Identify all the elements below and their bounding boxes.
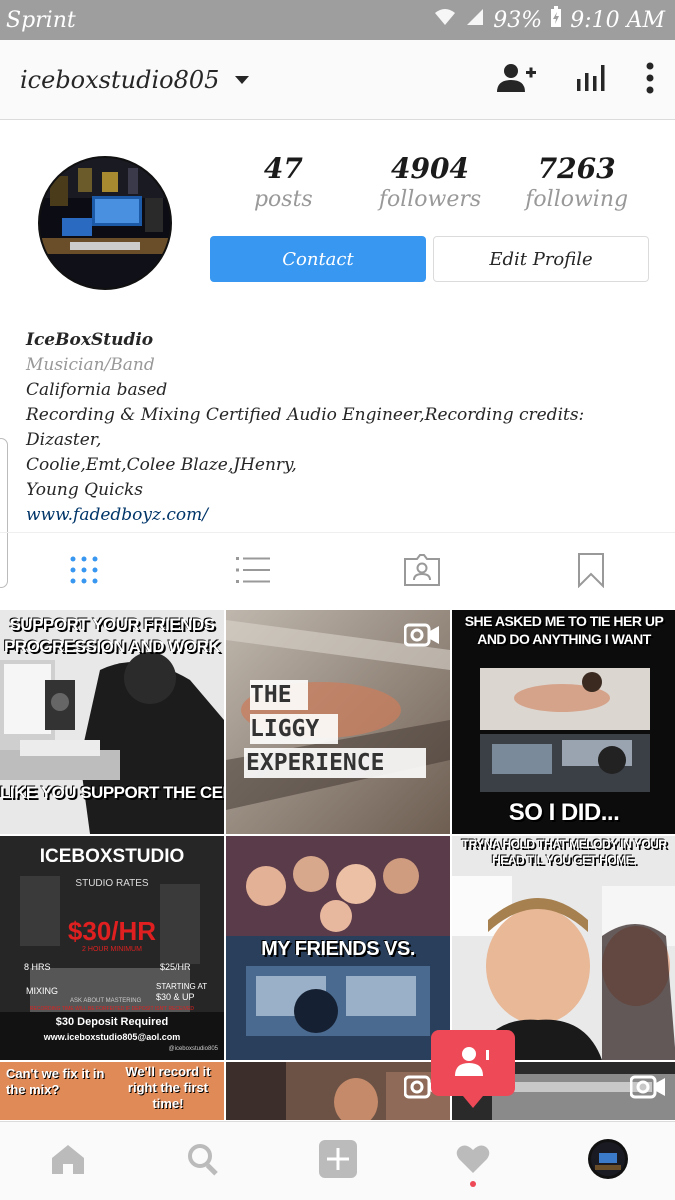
- post-caption-right: We'll record it right the first time!: [125, 1064, 211, 1111]
- website-link[interactable]: www.fadedboyz.com/: [26, 503, 656, 528]
- post-caption-top: SUPPORT YOUR FRIENDS PROGRESSION AND WOR…: [3, 615, 221, 656]
- list-view-icon: [236, 555, 271, 589]
- rate-value: $25/HR: [160, 962, 191, 972]
- post-caption-bottom: SO I DID...: [508, 799, 620, 826]
- post-caption-left: Can't we fix it in the mix?: [6, 1066, 105, 1097]
- more-options-icon[interactable]: [645, 62, 655, 98]
- clock: 9:10 AM: [570, 7, 665, 33]
- bottom-navigation: [0, 1121, 675, 1200]
- saved-icon: [577, 552, 605, 592]
- wifi-icon: [433, 7, 457, 33]
- rate-label: 8 HRS: [24, 962, 51, 972]
- stat-value: 4904: [391, 152, 469, 185]
- edit-profile-button[interactable]: Edit Profile: [433, 236, 649, 282]
- stat-value: 7263: [537, 152, 616, 185]
- post-title-line: EXPERIENCE: [246, 750, 385, 776]
- stat-label: following: [525, 187, 629, 212]
- new-follower-icon: [453, 1044, 493, 1082]
- nav-home[interactable]: [38, 1131, 98, 1191]
- mastering-note: ASK ABOUT MASTERING: [70, 998, 142, 1004]
- stat-value: 47: [263, 152, 303, 185]
- post-thumbnail[interactable]: SHE ASKED ME TO TIE HER UP AND DO ANYTHI…: [452, 610, 675, 834]
- username: iceboxstudio805: [20, 65, 220, 94]
- nav-activity[interactable]: [443, 1131, 503, 1191]
- tab-list[interactable]: [169, 533, 338, 610]
- follow-notification-bubble[interactable]: [431, 1030, 515, 1108]
- profile-bio: IceBoxStudio Musician/Band California ba…: [26, 328, 656, 528]
- nav-profile[interactable]: [578, 1131, 638, 1191]
- studio-subtitle: STUDIO RATES: [75, 878, 149, 889]
- grid-view-icon: [69, 555, 99, 589]
- display-name: IceBoxStudio: [26, 330, 154, 350]
- post-title-line: THE: [250, 682, 292, 708]
- video-camera-icon: [629, 1074, 666, 1104]
- nav-new-post[interactable]: [308, 1131, 368, 1191]
- post-caption: MY FRIENDS VS.: [261, 938, 415, 960]
- followers-count[interactable]: 4904 followers: [357, 152, 504, 212]
- tab-grid[interactable]: [0, 533, 169, 610]
- profile-avatar-icon: [587, 1138, 629, 1184]
- studio-price: $30/HR: [67, 916, 157, 946]
- activity-notification-dot: [469, 1181, 476, 1187]
- stat-label: followers: [378, 187, 482, 212]
- profile-view-tabs: [0, 532, 675, 610]
- bio-line: Recording & Mixing Certified Audio Engin…: [26, 405, 585, 450]
- carrier-name: Sprint: [6, 7, 76, 33]
- activity-heart-icon: [456, 1144, 490, 1178]
- home-icon: [50, 1143, 86, 1179]
- tagged-photos-icon: [403, 553, 441, 591]
- stat-label: posts: [253, 187, 313, 212]
- tab-tagged[interactable]: [338, 533, 507, 610]
- bio-line: Young Quicks: [26, 480, 144, 500]
- status-bar: Sprint 93% 9:10 AM: [0, 0, 675, 40]
- post-thumbnail[interactable]: TRYNA HOLD THAT MELODY IN YOUR HEAD TIL …: [452, 836, 675, 1060]
- starting-value: $30 & UP: [156, 992, 195, 1002]
- deposit-note: $30 Deposit Required: [55, 1016, 169, 1028]
- starting-label: STARTING AT: [156, 982, 208, 991]
- account-switcher[interactable]: iceboxstudio805: [20, 65, 250, 94]
- bio-line: California based: [26, 380, 168, 400]
- profile-avatar[interactable]: [38, 156, 172, 290]
- video-post-thumbnail[interactable]: [226, 1062, 450, 1120]
- add-user-icon[interactable]: [497, 62, 537, 98]
- post-title-line: LIGGY: [250, 716, 320, 742]
- studio-email: www.iceboxstudio805@aol.com: [43, 1032, 181, 1042]
- post-thumbnail[interactable]: ICEBOXSTUDIO STUDIO RATES $30/HR 2 HOUR …: [0, 836, 224, 1060]
- post-caption-top: SHE ASKED ME TO TIE HER UP AND DO ANYTHI…: [464, 613, 664, 647]
- add-post-icon: [318, 1139, 358, 1183]
- following-count[interactable]: 7263 following: [503, 152, 650, 212]
- price-note: 2 HOUR MINIMUM: [82, 946, 142, 953]
- contact-button[interactable]: Contact: [210, 236, 426, 282]
- post-thumbnail[interactable]: Can't we fix it in the mix? We'll record…: [0, 1062, 224, 1120]
- post-thumbnail[interactable]: MY FRIENDS VS.: [226, 836, 450, 1060]
- profile-stats: 47 posts 4904 followers 7263 following: [210, 152, 650, 212]
- profile-header-bar: iceboxstudio805: [0, 40, 675, 120]
- fine-print: RECORDING TIME WILL BE FORFEITED IF DEPO…: [29, 1006, 195, 1012]
- search-icon: [186, 1142, 220, 1180]
- battery-percent: 93%: [493, 7, 543, 33]
- nav-search[interactable]: [173, 1131, 233, 1191]
- video-camera-icon: [403, 622, 440, 652]
- category-label: Musician/Band: [26, 355, 155, 375]
- insights-icon[interactable]: [575, 63, 607, 97]
- post-caption-bottom: LIKE YOU SUPPORT THE CELEBRITIES THAT YO…: [0, 783, 224, 802]
- studio-handle: @iceboxstudio805: [168, 1046, 218, 1052]
- chevron-down-icon: [235, 75, 250, 84]
- bio-line: Coolie,Emt,Colee Blaze,JHenry,: [26, 455, 297, 475]
- studio-title: ICEBOXSTUDIO: [39, 846, 185, 867]
- post-caption-top: TRYNA HOLD THAT MELODY IN YOUR HEAD TIL …: [461, 837, 667, 867]
- mixing-label: MIXING: [26, 986, 59, 996]
- tab-saved[interactable]: [506, 533, 675, 610]
- video-post-thumbnail[interactable]: THE LIGGY EXPERIENCE: [226, 610, 450, 834]
- post-thumbnail[interactable]: SUPPORT YOUR FRIENDS PROGRESSION AND WOR…: [0, 610, 224, 834]
- battery-charging-icon: [550, 6, 562, 34]
- signal-icon: [465, 7, 485, 33]
- posts-count[interactable]: 47 posts: [210, 152, 357, 212]
